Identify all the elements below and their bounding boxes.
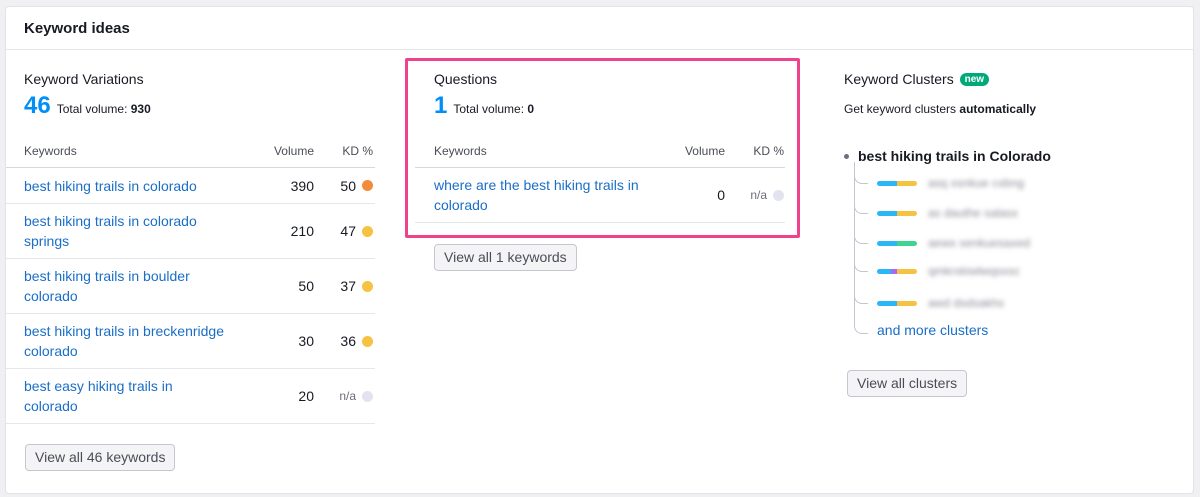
kd-dot-icon bbox=[362, 180, 373, 191]
bullet-icon bbox=[844, 153, 849, 159]
cluster-name: aewx senkuesaxed bbox=[928, 236, 1031, 250]
kd-cell: 36 bbox=[314, 333, 373, 349]
volume-value: 30 bbox=[298, 333, 314, 349]
keyword-ideas-card: Keyword ideas Keyword Variations 46 Tota… bbox=[5, 6, 1194, 494]
keyword-link[interactable]: best hiking trails in boulder colorado bbox=[24, 268, 190, 304]
tree-branch bbox=[854, 320, 868, 334]
keyword-variations-section: Keyword Variations 46 Total volume: 930 … bbox=[6, 50, 375, 471]
col-kd: KD % bbox=[342, 143, 373, 158]
kd-dot-icon bbox=[362, 225, 373, 237]
more-clusters-link[interactable]: and more clusters bbox=[877, 320, 988, 340]
cluster-item: aewx senkuesaxed bbox=[877, 236, 1030, 250]
kd-dot-icon bbox=[362, 280, 373, 292]
clusters-subtitle: Get keyword clusters automatically bbox=[844, 102, 1037, 116]
cluster-item: qmkrxkiwlwqsxsc bbox=[877, 264, 1020, 278]
cluster-name: asq xsnkue cxbng bbox=[928, 176, 1025, 190]
new-badge: new bbox=[959, 73, 990, 86]
kd-cell: n/a bbox=[314, 389, 373, 403]
tree-branch bbox=[854, 230, 868, 244]
keyword-link[interactable]: best easy hiking trails in colorado bbox=[24, 378, 173, 414]
cluster-root: best hiking trails in Colorado bbox=[844, 148, 1184, 164]
table-row: best hiking trails in breckenridge color… bbox=[6, 314, 375, 369]
volume-value: 210 bbox=[290, 223, 314, 239]
volume-value: 50 bbox=[298, 278, 314, 294]
kd-value: n/a bbox=[339, 389, 356, 403]
cluster-name: awd dsdsakhs bbox=[928, 296, 1005, 310]
keyword-link[interactable]: best hiking trails in colorado springs bbox=[24, 213, 197, 249]
variations-count: 46 bbox=[24, 92, 51, 119]
kd-value: 50 bbox=[340, 177, 356, 194]
highlight-box bbox=[405, 58, 800, 238]
keyword-link[interactable]: best hiking trails in colorado bbox=[24, 178, 197, 194]
cluster-bar-icon bbox=[877, 300, 917, 306]
cluster-bar-icon bbox=[877, 268, 917, 274]
card-title: Keyword ideas bbox=[24, 19, 130, 37]
kd-cell: 50 bbox=[314, 178, 373, 194]
cluster-item: asq xsnkue cxbng bbox=[877, 176, 1024, 190]
view-all-questions-button[interactable]: View all 1 keywords bbox=[434, 244, 577, 271]
col-volume: Volume bbox=[273, 143, 314, 158]
table-row: best hiking trails in colorado springs 21… bbox=[6, 204, 375, 259]
variations-table-header: Keywords Volume KD % bbox=[6, 134, 375, 168]
kd-value: 36 bbox=[340, 333, 356, 349]
cluster-item: as dauthe salasx bbox=[877, 206, 1018, 220]
keyword-clusters-section: Keyword Clusters new Get keyword cluster… bbox=[844, 50, 1184, 490]
col-keywords: Keywords bbox=[24, 143, 77, 158]
tree-branch bbox=[854, 258, 868, 272]
kd-dot-icon bbox=[362, 390, 373, 402]
cluster-tree: best hiking trails in Colorado asq xsnku… bbox=[844, 148, 1184, 358]
tree-branch bbox=[854, 170, 868, 184]
variations-total: Total volume: 930 bbox=[56, 102, 151, 116]
table-row: best easy hiking trails in colorado 20 n/a bbox=[6, 369, 375, 424]
variations-heading: Keyword Variations bbox=[24, 71, 144, 87]
kd-cell: 47 bbox=[314, 223, 373, 239]
table-row: best hiking trails in boulder colorado 50… bbox=[6, 259, 375, 314]
variations-table-body: best hiking trails in colorado 390 50 best … bbox=[6, 168, 375, 424]
cluster-name: qmkrxkiwlwqsxsc bbox=[928, 264, 1021, 278]
tree-branch bbox=[854, 200, 868, 214]
clusters-heading: Keyword Clusters new bbox=[844, 71, 1184, 87]
table-row: best hiking trails in colorado 390 50 bbox=[6, 168, 375, 204]
volume-value: 390 bbox=[290, 177, 314, 194]
cluster-bar-icon bbox=[877, 240, 917, 246]
tree-branch bbox=[854, 290, 868, 304]
cluster-name: as dauthe salasx bbox=[928, 206, 1019, 220]
kd-cell: 37 bbox=[314, 278, 373, 294]
cluster-bar-icon bbox=[877, 210, 917, 216]
volume-value: 20 bbox=[298, 388, 314, 404]
cluster-bar-icon bbox=[877, 180, 917, 186]
view-all-variations-button[interactable]: View all 46 keywords bbox=[25, 444, 176, 471]
cluster-item: awd dsdsakhs bbox=[877, 296, 1004, 310]
kd-dot-icon bbox=[362, 335, 373, 347]
view-all-clusters-button[interactable]: View all clusters bbox=[847, 370, 968, 397]
keyword-link[interactable]: best hiking trails in breckenridge color… bbox=[24, 323, 224, 359]
kd-value: 37 bbox=[340, 278, 356, 294]
card-header: Keyword ideas bbox=[6, 7, 1193, 50]
kd-value: 47 bbox=[340, 223, 356, 239]
